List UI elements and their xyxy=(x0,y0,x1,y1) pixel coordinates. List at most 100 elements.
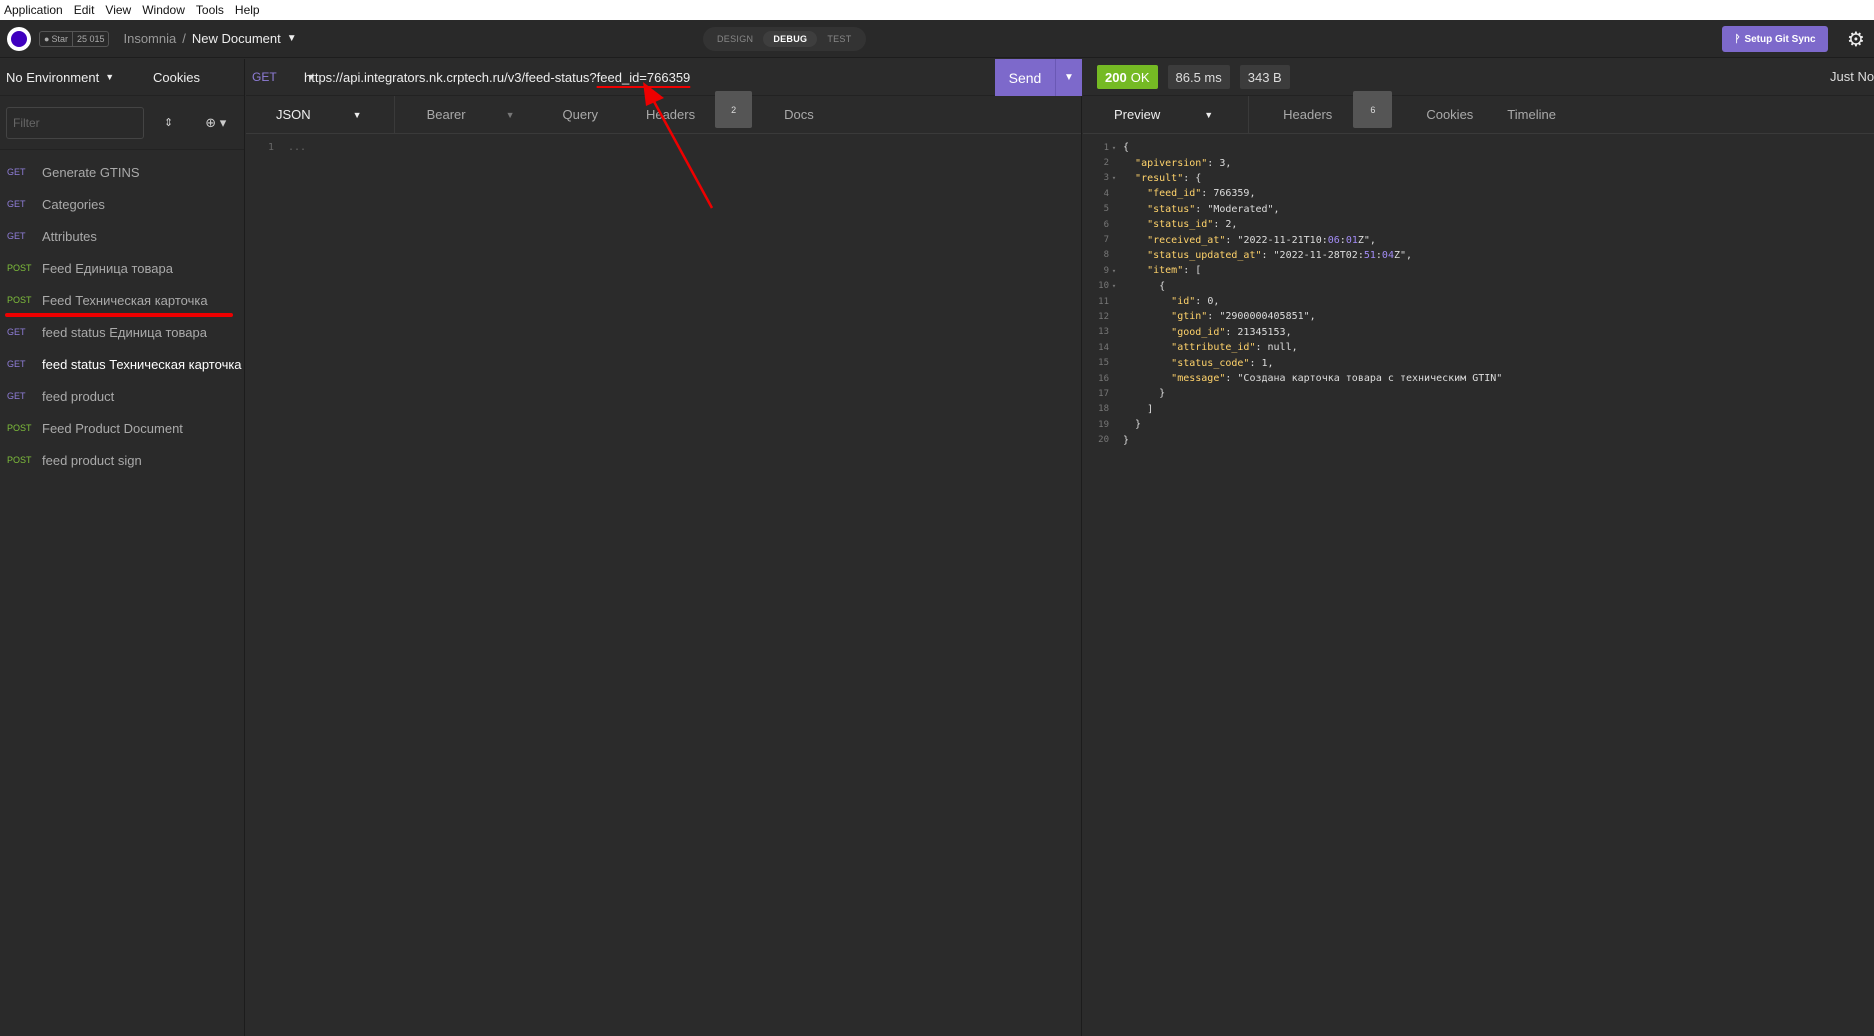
code-line: 15 "status_code": 1, xyxy=(1083,355,1874,370)
code-line: 8 "status_updated_at": "2022-11-28T02:51… xyxy=(1083,248,1874,263)
request-name: Feed Единица товара xyxy=(42,260,173,276)
request-item[interactable]: GET feed status Единица товара xyxy=(0,316,244,348)
menu-window[interactable]: Window xyxy=(138,3,192,17)
request-name: Attributes xyxy=(42,228,97,244)
code-line: 10 ▾ { xyxy=(1083,279,1874,294)
request-name: Categories xyxy=(42,196,105,212)
fold-toggle-icon[interactable]: ▾ xyxy=(1109,144,1119,152)
request-name: feed status Техническая карточка xyxy=(42,356,242,372)
tab-timeline[interactable]: Timeline xyxy=(1490,96,1573,133)
mode-test[interactable]: TEST xyxy=(817,31,861,47)
line-number: 10 xyxy=(1098,281,1109,292)
environment-selector[interactable]: No Environment ▼ xyxy=(6,70,114,85)
cookies-button[interactable]: Cookies xyxy=(153,70,200,85)
github-star-widget[interactable]: ● Star 25 015 xyxy=(39,30,110,47)
line-number: 16 xyxy=(1098,373,1109,384)
code-text: "status_id": 2, xyxy=(1147,219,1238,231)
mode-debug[interactable]: DEBUG xyxy=(763,31,818,47)
git-branch-icon: ᚹ xyxy=(1734,33,1741,45)
line-number: 20 xyxy=(1098,435,1109,446)
url-input[interactable]: https://api.integrators.nk.crptech.ru/v3… xyxy=(304,70,690,85)
chevron-down-icon[interactable]: ▼ xyxy=(287,33,297,44)
response-stats: 200OK 86.5 ms 343 B Just Now xyxy=(1083,59,1874,96)
fold-toggle-icon[interactable]: ▾ xyxy=(1109,174,1119,182)
code-text: "good_id": 21345153, xyxy=(1171,326,1292,338)
response-timestamp[interactable]: Just Now xyxy=(1830,69,1874,84)
code-line: 14 "attribute_id": null, xyxy=(1083,340,1874,355)
line-number: 15 xyxy=(1098,358,1109,369)
line-number: 12 xyxy=(1098,311,1109,322)
github-icon: ● xyxy=(44,33,50,44)
fold-toggle-icon[interactable]: ▾ xyxy=(1109,267,1119,275)
menu-view[interactable]: View xyxy=(101,3,138,17)
request-item-active[interactable]: GET feed status Техническая карточка xyxy=(0,348,244,380)
gear-icon[interactable]: ⚙ xyxy=(1843,26,1869,52)
method-label: GET xyxy=(252,70,277,84)
fold-toggle-icon[interactable]: ▾ xyxy=(1109,282,1119,290)
mode-design[interactable]: DESIGN xyxy=(707,31,763,47)
tab-body[interactable]: JSON ▼ xyxy=(246,96,395,133)
breadcrumb-app[interactable]: Insomnia xyxy=(123,31,176,46)
method-badge: GET xyxy=(7,199,26,209)
request-item[interactable]: POST feed product sign xyxy=(0,444,244,476)
mode-switcher: DESIGN DEBUG TEST xyxy=(703,27,866,51)
tab-response-cookies[interactable]: Cookies xyxy=(1409,96,1490,133)
request-item[interactable]: GET Attributes xyxy=(0,220,244,252)
tab-query[interactable]: Query xyxy=(547,96,614,133)
code-text: "id": 0, xyxy=(1171,296,1220,308)
request-item[interactable]: GET feed product xyxy=(0,380,244,412)
code-line: 19 } xyxy=(1083,417,1874,432)
url-query: feed_id=766359 xyxy=(596,69,691,85)
method-badge: GET xyxy=(7,231,26,241)
tab-auth[interactable]: Bearer ▼ xyxy=(395,96,547,133)
tab-headers[interactable]: Headers 2 xyxy=(614,91,768,133)
add-request-icon[interactable]: ⊕ ▾ xyxy=(205,115,226,131)
setup-git-sync-button[interactable]: ᚹ Setup Git Sync xyxy=(1722,26,1828,52)
menu-tools[interactable]: Tools xyxy=(192,3,231,17)
git-sync-label: Setup Git Sync xyxy=(1744,33,1816,45)
insomnia-logo-icon[interactable] xyxy=(7,26,31,51)
menu-edit[interactable]: Edit xyxy=(70,3,102,17)
code-line: 12 "gtin": "2900000405851", xyxy=(1083,309,1874,324)
filter-input[interactable]: Filter xyxy=(6,106,144,139)
send-button[interactable]: Send ▼ xyxy=(995,59,1082,96)
request-name: Generate GTINS xyxy=(42,164,140,180)
code-line: 4 "feed_id": 766359, xyxy=(1083,186,1874,201)
method-selector[interactable]: GET ▼ xyxy=(246,70,316,84)
request-item[interactable]: POST Feed Единица товара xyxy=(0,252,244,284)
annotation-underline xyxy=(5,313,233,317)
tab-auth-label: Bearer xyxy=(426,107,466,122)
status-badge: 200 OK xyxy=(1097,65,1158,89)
code-line: 20} xyxy=(1083,432,1874,447)
app-header: ● Star 25 015 Insomnia / New Document ▼ D… xyxy=(0,20,1874,58)
code-line: 16 "message": "Создана карточка товара с… xyxy=(1083,371,1874,386)
tab-docs[interactable]: Docs xyxy=(768,96,830,133)
line-number: 9 xyxy=(1103,265,1109,276)
code-line: 13 "good_id": 21345153, xyxy=(1083,325,1874,340)
breadcrumb-separator: / xyxy=(182,31,186,46)
request-item[interactable]: POST Feed Техническая карточка xyxy=(0,284,244,316)
sidebar-header: No Environment ▼ Cookies xyxy=(0,59,244,96)
response-size: 343 B xyxy=(1239,65,1290,89)
request-item[interactable]: GET Generate GTINS xyxy=(0,156,244,188)
breadcrumb-document[interactable]: New Document xyxy=(192,31,281,46)
url-base: https://api.integrators.nk.crptech.ru/v3… xyxy=(304,69,597,85)
menu-help[interactable]: Help xyxy=(231,3,267,17)
line-number: 18 xyxy=(1098,404,1109,415)
tab-response-headers[interactable]: Headers 6 xyxy=(1249,91,1409,133)
response-body-viewer[interactable]: 1 ▾{2 "apiversion": 3, 3 ▾ "result": {4 "fe… xyxy=(1083,134,1874,448)
tab-preview[interactable]: Preview ▼ xyxy=(1083,96,1250,133)
code-line: 2 "apiversion": 3, xyxy=(1083,155,1874,170)
request-item[interactable]: GET Categories xyxy=(0,188,244,220)
environment-label: No Environment xyxy=(6,69,100,85)
github-star-count: 25 015 xyxy=(76,33,105,44)
request-item[interactable]: POST Feed Product Document xyxy=(0,412,244,444)
menu-application[interactable]: Application xyxy=(0,3,70,17)
sort-icon[interactable]: ⇕ xyxy=(164,116,173,129)
sidebar-filter-row: Filter ⇕ ⊕ ▾ xyxy=(0,96,244,150)
request-name: Feed Product Document xyxy=(42,420,183,436)
request-name: feed product sign xyxy=(42,452,142,468)
body-editor[interactable]: 1 ... xyxy=(246,142,1081,153)
code-line: 3 ▾ "result": { xyxy=(1083,171,1874,186)
chevron-down-icon[interactable]: ▼ xyxy=(1055,59,1082,96)
